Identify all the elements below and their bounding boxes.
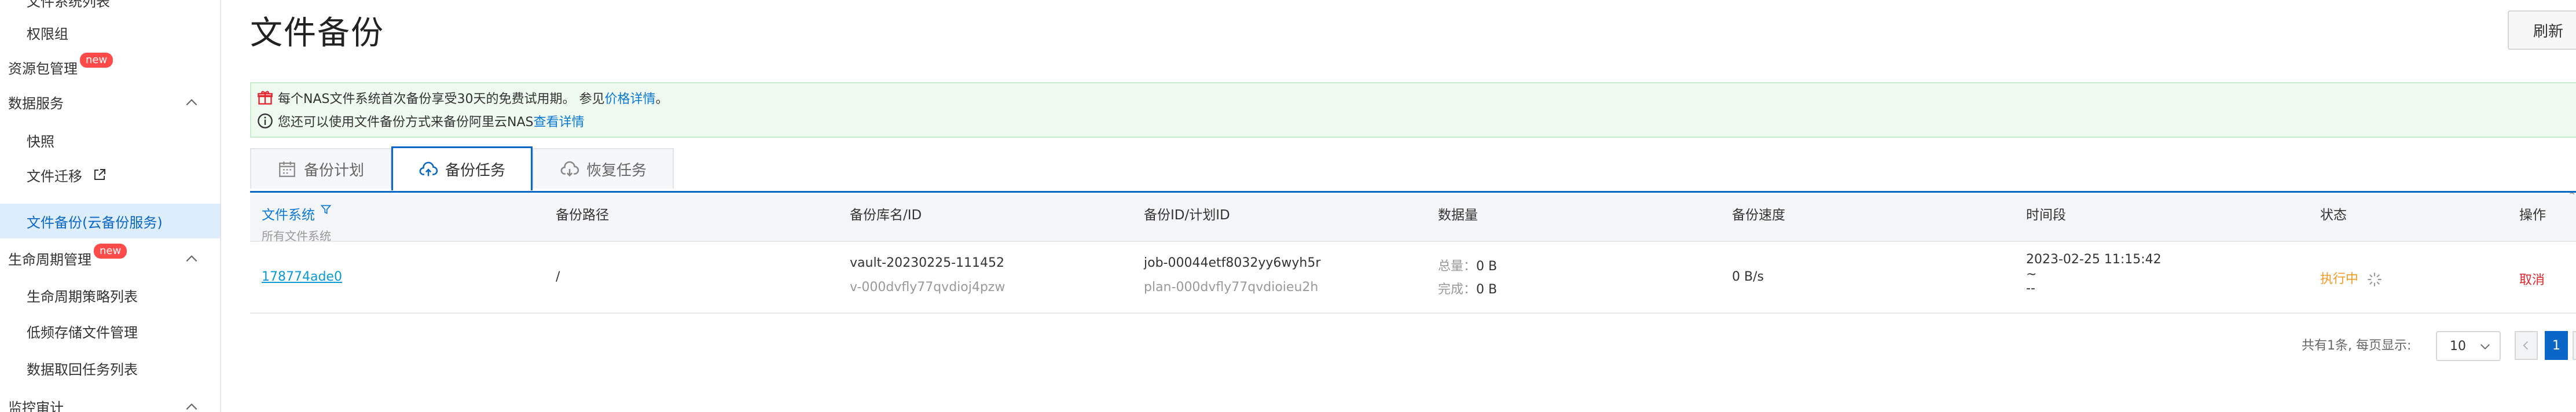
- pagination-summary: 共有1条, 每页显示:: [2302, 339, 2412, 353]
- data-completed-label: 完成：: [1438, 282, 1477, 297]
- sidebar-item-lifecycle-policies[interactable]: 生命周期策略列表: [0, 278, 220, 312]
- main-content: 文件备份 刷新 每个NAS文件系统首次备份享受30天的免费试用期。 参见 价格详…: [220, 0, 2576, 412]
- notice-text: 每个NAS文件系统首次备份享受30天的免费试用期。 参见: [278, 92, 605, 106]
- info-notice: 每个NAS文件系统首次备份享受30天的免费试用期。 参见 价格详情 。 您还可以…: [250, 82, 2576, 138]
- tab-bar: 备份计划 备份任务 恢复任务: [250, 146, 2576, 193]
- column-data-volume: 数据量: [1438, 208, 1478, 223]
- column-status: 状态: [2320, 208, 2347, 223]
- data-completed-value: 0 B: [1476, 282, 1498, 297]
- sidebar-item-label: 生命周期策略列表: [27, 288, 138, 305]
- file-system-id-link[interactable]: 178774ade0: [262, 270, 342, 284]
- sidebar: 文件系统列表 权限组 资源包管理 new 数据服务 快照 文件迁移 文件备份(云…: [0, 0, 221, 412]
- page-button-current[interactable]: 1: [2545, 331, 2568, 360]
- sidebar-item-label: 数据服务: [8, 95, 64, 112]
- chevron-up-icon: [186, 403, 197, 410]
- sidebar-item-file-backup[interactable]: 文件备份(云备份服务): [0, 204, 220, 238]
- info-icon: [258, 113, 273, 128]
- sidebar-item-label: 数据取回任务列表: [27, 361, 138, 378]
- sidebar-item-label: 资源包管理: [8, 60, 78, 77]
- sidebar-item-resource-package[interactable]: 资源包管理 new: [0, 50, 220, 84]
- page-title: 文件备份: [250, 14, 384, 52]
- column-vault: 备份库名/ID: [850, 208, 922, 223]
- column-label: 文件系统: [262, 208, 315, 223]
- sidebar-item-label: 监控审计: [8, 399, 64, 412]
- tab-label: 备份任务: [445, 162, 505, 179]
- column-file-system[interactable]: 文件系统 所有文件系统: [262, 204, 332, 244]
- notice-line-info: 您还可以使用文件备份方式来备份阿里云NAS 查看详情: [257, 110, 585, 132]
- tab-restore-task[interactable]: 恢复任务: [533, 148, 674, 189]
- vault-id: v-000dvfly77qvdioj4pzw: [850, 280, 1006, 295]
- chevron-up-icon: [186, 99, 197, 106]
- data-total: 总量：0 B: [1438, 256, 1497, 274]
- tab-backup-plan[interactable]: 备份计划: [250, 148, 391, 189]
- chevron-up-icon: [186, 255, 197, 262]
- time-end: --: [2026, 281, 2035, 296]
- page-size-select[interactable]: 10: [2436, 331, 2501, 361]
- cloud-download-icon: [560, 161, 579, 177]
- sidebar-item-label: 文件迁移: [27, 168, 82, 185]
- chevron-left-icon: [2523, 341, 2529, 350]
- column-actions: 操作: [2519, 208, 2546, 223]
- sidebar-item-label: 快照: [27, 133, 54, 150]
- status-badge: 执行中: [2320, 268, 2382, 287]
- gift-icon: [258, 91, 273, 105]
- job-id: job-00044etf8032yy6wyh5r: [1144, 256, 1321, 270]
- cloud-upload-icon: [419, 161, 438, 176]
- tab-label: 备份计划: [303, 161, 364, 179]
- view-details-link[interactable]: 查看详情: [533, 112, 584, 130]
- filter-icon[interactable]: [320, 204, 332, 215]
- backup-speed: 0 B/s: [1732, 270, 1764, 284]
- sidebar-item-label: 文件系统列表: [27, 0, 110, 10]
- page-size-value: 10: [2450, 339, 2466, 354]
- time-start: 2023-02-25 11:15:42: [2026, 252, 2162, 267]
- time-separator: ~: [2026, 267, 2037, 282]
- sidebar-item-file-migration[interactable]: 文件迁移: [0, 157, 220, 192]
- notice-line-pricing: 每个NAS文件系统首次备份享受30天的免费试用期。 参见 价格详情 。: [257, 87, 669, 109]
- data-total-value: 0 B: [1476, 259, 1498, 274]
- plan-id: plan-000dvfly77qvdioieu2h: [1144, 280, 1319, 295]
- data-completed: 完成：0 B: [1438, 279, 1497, 297]
- external-link-icon: [94, 169, 105, 180]
- sidebar-group-data-services[interactable]: 数据服务: [0, 84, 220, 119]
- loading-spinner-icon: [2368, 273, 2381, 286]
- backup-path: /: [556, 270, 560, 284]
- column-backup-path: 备份路径: [556, 208, 609, 223]
- notice-text: 您还可以使用文件备份方式来备份阿里云NAS: [278, 115, 534, 130]
- sidebar-item-snapshot[interactable]: 快照: [0, 123, 220, 157]
- tab-label: 恢复任务: [586, 161, 647, 179]
- data-total-label: 总量：: [1438, 259, 1477, 274]
- sidebar-item-label: 文件备份(云备份服务): [27, 214, 163, 231]
- tab-backup-task[interactable]: 备份任务: [391, 146, 533, 190]
- sidebar-item-retrieval-tasks[interactable]: 数据取回任务列表: [0, 351, 220, 385]
- sidebar-item-label: 生命周期管理: [8, 251, 91, 268]
- prev-page-button[interactable]: [2515, 331, 2538, 360]
- new-badge: new: [80, 53, 113, 68]
- column-filter-value: 所有文件系统: [262, 229, 331, 243]
- calendar-icon: [279, 161, 295, 177]
- table-header: 文件系统 所有文件系统 备份路径 备份库名/ID 备份ID/计划ID 数据量 备…: [250, 194, 2576, 244]
- sidebar-item-permission-group[interactable]: 权限组: [0, 15, 220, 50]
- column-time-range: 时间段: [2026, 208, 2066, 223]
- sidebar-item-ia-file-management[interactable]: 低频存储文件管理: [0, 314, 220, 348]
- cancel-link[interactable]: 取消: [2519, 270, 2545, 288]
- refresh-button[interactable]: 刷新: [2508, 10, 2576, 50]
- new-badge: new: [94, 244, 127, 259]
- column-job-plan-id: 备份ID/计划ID: [1144, 208, 1230, 223]
- sidebar-item-label: 低频存储文件管理: [27, 324, 138, 341]
- notice-text: 。: [655, 92, 669, 106]
- vault-name: vault-20230225-111452: [850, 256, 1005, 270]
- sidebar-group-lifecycle[interactable]: 生命周期管理 new: [0, 241, 220, 275]
- sidebar-item-label: 权限组: [27, 25, 68, 42]
- pricing-details-link[interactable]: 价格详情: [604, 89, 655, 107]
- status-text: 执行中: [2320, 272, 2359, 286]
- table-row: 178774ade0 / vault-20230225-111452 v-000…: [250, 242, 2576, 314]
- next-page-button[interactable]: [2573, 331, 2576, 360]
- column-backup-speed: 备份速度: [1732, 208, 1785, 223]
- sidebar-group-monitoring[interactable]: 监控审计: [0, 389, 220, 412]
- chevron-down-icon: [2480, 344, 2490, 350]
